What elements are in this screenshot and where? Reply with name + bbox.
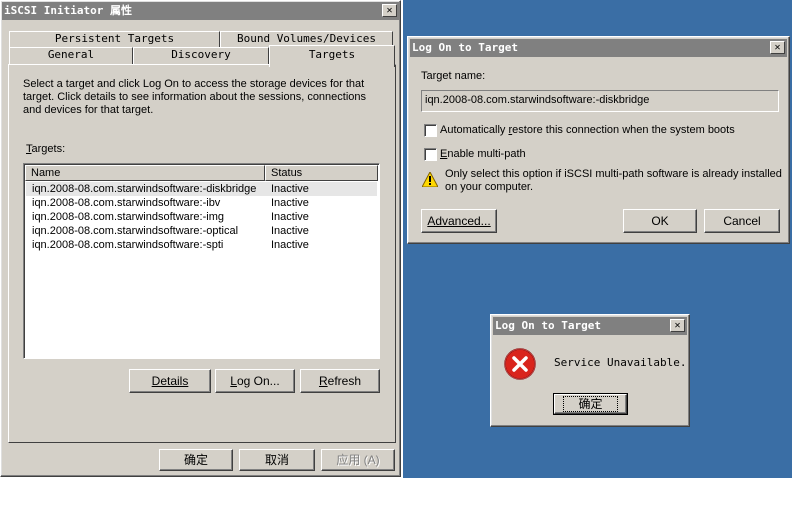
main-close-button[interactable]: ✕ <box>382 4 397 17</box>
target-name: iqn.2008-08.com.starwindsoftware:-optica… <box>32 225 239 237</box>
multipath-checkbox[interactable] <box>424 148 437 161</box>
error-icon <box>504 348 536 380</box>
log-on-button[interactable]: Log On... <box>215 369 295 393</box>
targets-description: Select a target and click Log On to acce… <box>23 78 367 116</box>
log-on-button-label: Log On... <box>230 374 280 388</box>
target-row[interactable]: iqn.2008-08.com.starwindsoftware:-img In… <box>26 210 377 224</box>
error-close-button[interactable]: ✕ <box>670 319 685 332</box>
service-unavailable-dialog: Log On to Target ✕ Service Unavailable. … <box>490 314 690 427</box>
target-status: Inactive <box>271 239 309 251</box>
column-header-name-label: Name <box>31 167 61 179</box>
targets-label-rest: argets: <box>31 143 66 155</box>
tab-general[interactable]: General <box>9 47 133 64</box>
main-ok-button[interactable]: 确定 <box>159 449 233 471</box>
column-header-status-label: Status <box>271 167 303 179</box>
tab-discovery[interactable]: Discovery <box>133 47 269 64</box>
tab-targets-label: Targets <box>308 48 356 61</box>
iscsi-initiator-properties-window: iSCSI Initiator 属性 ✕ Persistent Targets … <box>0 0 401 477</box>
error-ok-button[interactable]: 确定 <box>553 393 628 415</box>
column-header-status[interactable]: Status <box>265 165 378 181</box>
column-header-name[interactable]: Name <box>25 165 265 181</box>
targets-list[interactable]: Name Status iqn.2008-08.com.starwindsoft… <box>23 163 380 359</box>
logon-ok-button-label: OK <box>651 214 669 228</box>
auto-restore-label: Automatically restore this connection wh… <box>440 124 735 137</box>
tab-bound-volumes-label: Bound Volumes/Devices <box>236 32 377 45</box>
error-title-bar[interactable]: Log On to Target ✕ <box>493 317 687 335</box>
refresh-button[interactable]: Refresh <box>300 369 380 393</box>
logon-ok-button[interactable]: OK <box>623 209 697 233</box>
details-button[interactable]: Details <box>129 369 211 393</box>
details-button-label: Details <box>151 374 189 388</box>
multipath-label: Enable multi-path <box>440 148 526 161</box>
target-name-label: Target name: <box>421 70 486 82</box>
tab-targets[interactable]: Targets <box>269 45 395 67</box>
main-cancel-button[interactable]: 取消 <box>239 449 315 471</box>
main-ok-button-label: 确定 <box>183 453 208 467</box>
tab-general-label: General <box>47 48 95 61</box>
target-status: Inactive <box>271 225 309 237</box>
logon-cancel-button-label: Cancel <box>723 214 761 228</box>
targets-list-label: Targets: <box>26 143 65 156</box>
target-row[interactable]: iqn.2008-08.com.starwindsoftware:-ibv In… <box>26 196 377 210</box>
tab-persistent-targets-label: Persistent Targets <box>54 32 175 45</box>
advanced-button[interactable]: Advanced... <box>421 209 497 233</box>
main-window-title: iSCSI Initiator 属性 <box>4 4 132 17</box>
target-status: Inactive <box>271 183 309 195</box>
error-dialog-title: Log On to Target <box>495 319 601 332</box>
apply-button-label: 应用 (A) <box>336 453 380 467</box>
target-row[interactable]: iqn.2008-08.com.starwindsoftware:-optica… <box>26 224 377 238</box>
tab-persistent-targets[interactable]: Persistent Targets <box>9 31 220 47</box>
log-on-to-target-dialog: Log On to Target ✕ Target name: iqn.2008… <box>407 36 790 244</box>
error-message: Service Unavailable. <box>554 356 687 369</box>
target-status: Inactive <box>271 211 309 223</box>
main-cancel-button-label: 取消 <box>264 453 289 467</box>
target-name: iqn.2008-08.com.starwindsoftware:-spti <box>32 239 224 251</box>
logon-dialog-title: Log On to Target <box>412 41 518 54</box>
apply-button[interactable]: 应用 (A) <box>321 449 395 471</box>
target-name: iqn.2008-08.com.starwindsoftware:-diskbr… <box>32 183 257 195</box>
logon-close-button[interactable]: ✕ <box>770 41 785 54</box>
error-ok-button-label: 确定 <box>563 396 618 412</box>
warning-icon <box>422 172 438 187</box>
logon-title-bar[interactable]: Log On to Target ✕ <box>410 39 787 57</box>
target-row[interactable]: iqn.2008-08.com.starwindsoftware:-diskbr… <box>26 182 377 196</box>
auto-restore-label-text: Automatically restore this connection wh… <box>440 124 735 136</box>
target-name: iqn.2008-08.com.starwindsoftware:-ibv <box>32 197 221 209</box>
main-title-bar[interactable]: iSCSI Initiator 属性 ✕ <box>2 2 399 20</box>
multipath-warning-text: Only select this option if iSCSI multi-p… <box>445 168 782 193</box>
refresh-button-label: Refresh <box>318 374 362 388</box>
target-status: Inactive <box>271 197 309 209</box>
advanced-button-label: Advanced... <box>427 214 491 228</box>
target-name: iqn.2008-08.com.starwindsoftware:-img <box>32 211 224 223</box>
auto-restore-checkbox[interactable] <box>424 124 437 137</box>
target-row[interactable]: iqn.2008-08.com.starwindsoftware:-spti I… <box>26 238 377 252</box>
tab-discovery-label: Discovery <box>171 48 231 61</box>
target-name-field[interactable]: iqn.2008-08.com.starwindsoftware:-diskbr… <box>421 90 779 112</box>
multipath-label-text: Enable multi-path <box>440 148 526 160</box>
logon-cancel-button[interactable]: Cancel <box>704 209 780 233</box>
